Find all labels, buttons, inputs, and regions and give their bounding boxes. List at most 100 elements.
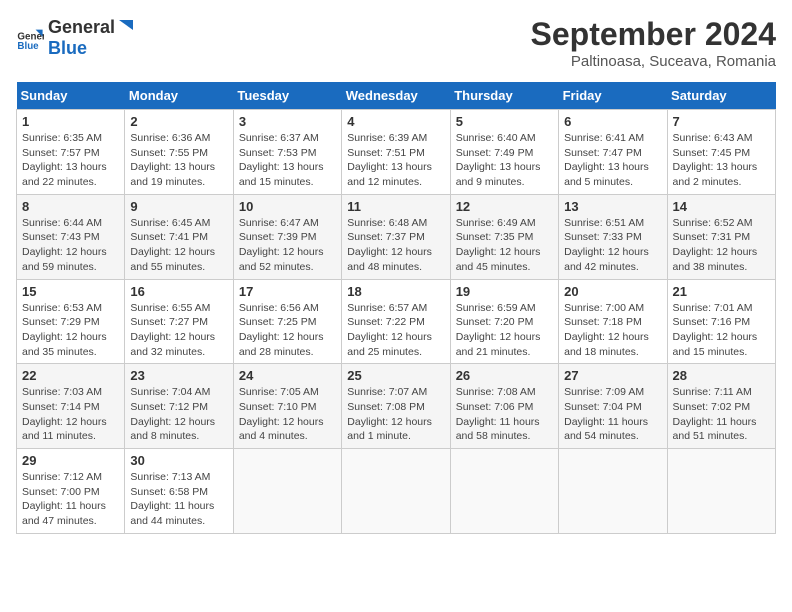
calendar-cell: 27Sunrise: 7:09 AMSunset: 7:04 PMDayligh… (559, 364, 667, 449)
day-number: 14 (673, 199, 770, 214)
calendar-header: SundayMondayTuesdayWednesdayThursdayFrid… (17, 82, 776, 110)
day-info: Sunrise: 6:39 AMSunset: 7:51 PMDaylight:… (347, 131, 444, 190)
day-info: Sunrise: 7:04 AMSunset: 7:12 PMDaylight:… (130, 385, 227, 444)
day-info: Sunrise: 6:37 AMSunset: 7:53 PMDaylight:… (239, 131, 336, 190)
calendar-cell (559, 449, 667, 534)
calendar-cell: 12Sunrise: 6:49 AMSunset: 7:35 PMDayligh… (450, 194, 558, 279)
logo: General Blue General Blue (16, 16, 137, 59)
weekday-header-friday: Friday (559, 82, 667, 110)
calendar-cell: 10 Sunrise: 6:47 AMSunset: 7:39 PMDayligh… (233, 194, 341, 279)
day-info: Sunrise: 6:43 AMSunset: 7:45 PMDaylight:… (673, 131, 770, 190)
day-number: 11 (347, 199, 444, 214)
svg-text:Blue: Blue (17, 41, 39, 52)
weekday-header-monday: Monday (125, 82, 233, 110)
calendar-cell: 19 Sunrise: 6:59 AMSunset: 7:20 PMDayligh… (450, 279, 558, 364)
calendar-cell: 6Sunrise: 6:41 AMSunset: 7:47 PMDaylight… (559, 110, 667, 195)
calendar-cell: 21Sunrise: 7:01 AMSunset: 7:16 PMDayligh… (667, 279, 775, 364)
day-info: Sunrise: 6:35 AMSunset: 7:57 PMDaylight:… (22, 131, 119, 190)
day-info: Sunrise: 7:13 AMSunset: 6:58 PMDaylight:… (130, 470, 227, 529)
day-info: Sunrise: 6:57 AMSunset: 7:22 PMDaylight:… (347, 301, 444, 360)
day-info: Sunrise: 6:36 AMSunset: 7:55 PMDaylight:… (130, 131, 227, 190)
day-number: 29 (22, 453, 119, 468)
calendar-cell: 22 Sunrise: 7:03 AMSunset: 7:14 PMDayligh… (17, 364, 125, 449)
day-number: 20 (564, 284, 661, 299)
calendar-cell: 5Sunrise: 6:40 AMSunset: 7:49 PMDaylight… (450, 110, 558, 195)
calendar-cell: 4 Sunrise: 6:39 AMSunset: 7:51 PMDaylight… (342, 110, 450, 195)
location-text: Paltinoasa, Suceava, Romania (531, 53, 776, 70)
calendar-table: SundayMondayTuesdayWednesdayThursdayFrid… (16, 82, 776, 534)
day-number: 8 (22, 199, 119, 214)
logo-arrow-icon (115, 16, 137, 38)
day-number: 4 (347, 114, 444, 129)
logo-icon: General Blue (16, 24, 44, 52)
calendar-cell: 24 Sunrise: 7:05 AMSunset: 7:10 PMDayligh… (233, 364, 341, 449)
calendar-cell (450, 449, 558, 534)
calendar-cell: 30 Sunrise: 7:13 AMSunset: 6:58 PMDayligh… (125, 449, 233, 534)
calendar-cell: 26Sunrise: 7:08 AMSunset: 7:06 PMDayligh… (450, 364, 558, 449)
calendar-week-row: 29 Sunrise: 7:12 AMSunset: 7:00 PMDayligh… (17, 449, 776, 534)
day-info: Sunrise: 6:47 AMSunset: 7:39 PMDaylight:… (239, 216, 336, 275)
weekday-header-thursday: Thursday (450, 82, 558, 110)
logo-blue-text: Blue (48, 38, 87, 58)
day-number: 1 (22, 114, 119, 129)
logo-general-text: General (48, 17, 115, 38)
day-number: 12 (456, 199, 553, 214)
day-number: 24 (239, 368, 336, 383)
day-info: Sunrise: 6:52 AMSunset: 7:31 PMDaylight:… (673, 216, 770, 275)
day-info: Sunrise: 6:45 AMSunset: 7:41 PMDaylight:… (130, 216, 227, 275)
day-number: 18 (347, 284, 444, 299)
calendar-cell (667, 449, 775, 534)
day-number: 25 (347, 368, 444, 383)
day-info: Sunrise: 6:44 AMSunset: 7:43 PMDaylight:… (22, 216, 119, 275)
day-info: Sunrise: 7:12 AMSunset: 7:00 PMDaylight:… (22, 470, 119, 529)
day-info: Sunrise: 7:00 AMSunset: 7:18 PMDaylight:… (564, 301, 661, 360)
day-number: 5 (456, 114, 553, 129)
day-info: Sunrise: 6:55 AMSunset: 7:27 PMDaylight:… (130, 301, 227, 360)
calendar-cell: 17 Sunrise: 6:56 AMSunset: 7:25 PMDayligh… (233, 279, 341, 364)
weekday-row: SundayMondayTuesdayWednesdayThursdayFrid… (17, 82, 776, 110)
weekday-header-sunday: Sunday (17, 82, 125, 110)
day-number: 26 (456, 368, 553, 383)
calendar-cell: 23 Sunrise: 7:04 AMSunset: 7:12 PMDayligh… (125, 364, 233, 449)
calendar-cell: 16 Sunrise: 6:55 AMSunset: 7:27 PMDayligh… (125, 279, 233, 364)
day-info: Sunrise: 7:03 AMSunset: 7:14 PMDaylight:… (22, 385, 119, 444)
day-info: Sunrise: 7:05 AMSunset: 7:10 PMDaylight:… (239, 385, 336, 444)
day-number: 17 (239, 284, 336, 299)
day-number: 23 (130, 368, 227, 383)
day-info: Sunrise: 6:56 AMSunset: 7:25 PMDaylight:… (239, 301, 336, 360)
day-number: 13 (564, 199, 661, 214)
day-number: 30 (130, 453, 227, 468)
calendar-cell: 25Sunrise: 7:07 AMSunset: 7:08 PMDayligh… (342, 364, 450, 449)
day-number: 2 (130, 114, 227, 129)
day-number: 10 (239, 199, 336, 214)
calendar-cell: 14 Sunrise: 6:52 AMSunset: 7:31 PMDayligh… (667, 194, 775, 279)
calendar-cell: 18 Sunrise: 6:57 AMSunset: 7:22 PMDayligh… (342, 279, 450, 364)
calendar-cell: 1 Sunrise: 6:35 AMSunset: 7:57 PMDaylight… (17, 110, 125, 195)
weekday-header-wednesday: Wednesday (342, 82, 450, 110)
day-number: 21 (673, 284, 770, 299)
calendar-cell: 11 Sunrise: 6:48 AMSunset: 7:37 PMDayligh… (342, 194, 450, 279)
day-number: 6 (564, 114, 661, 129)
day-number: 19 (456, 284, 553, 299)
day-number: 28 (673, 368, 770, 383)
day-number: 22 (22, 368, 119, 383)
calendar-cell: 7 Sunrise: 6:43 AMSunset: 7:45 PMDaylight… (667, 110, 775, 195)
calendar-cell (342, 449, 450, 534)
day-number: 7 (673, 114, 770, 129)
weekday-header-tuesday: Tuesday (233, 82, 341, 110)
day-number: 3 (239, 114, 336, 129)
calendar-body: 1 Sunrise: 6:35 AMSunset: 7:57 PMDaylight… (17, 110, 776, 534)
calendar-cell: 29 Sunrise: 7:12 AMSunset: 7:00 PMDayligh… (17, 449, 125, 534)
day-number: 16 (130, 284, 227, 299)
day-number: 15 (22, 284, 119, 299)
day-info: Sunrise: 6:59 AMSunset: 7:20 PMDaylight:… (456, 301, 553, 360)
day-info: Sunrise: 7:09 AMSunset: 7:04 PMDaylight:… (564, 385, 661, 444)
calendar-cell: 20 Sunrise: 7:00 AMSunset: 7:18 PMDayligh… (559, 279, 667, 364)
month-title: September 2024 (531, 16, 776, 53)
day-info: Sunrise: 6:48 AMSunset: 7:37 PMDaylight:… (347, 216, 444, 275)
calendar-cell: 28Sunrise: 7:11 AMSunset: 7:02 PMDayligh… (667, 364, 775, 449)
calendar-week-row: 22 Sunrise: 7:03 AMSunset: 7:14 PMDayligh… (17, 364, 776, 449)
calendar-cell: 2 Sunrise: 6:36 AMSunset: 7:55 PMDaylight… (125, 110, 233, 195)
calendar-cell: 13Sunrise: 6:51 AMSunset: 7:33 PMDayligh… (559, 194, 667, 279)
calendar-week-row: 15Sunrise: 6:53 AMSunset: 7:29 PMDayligh… (17, 279, 776, 364)
